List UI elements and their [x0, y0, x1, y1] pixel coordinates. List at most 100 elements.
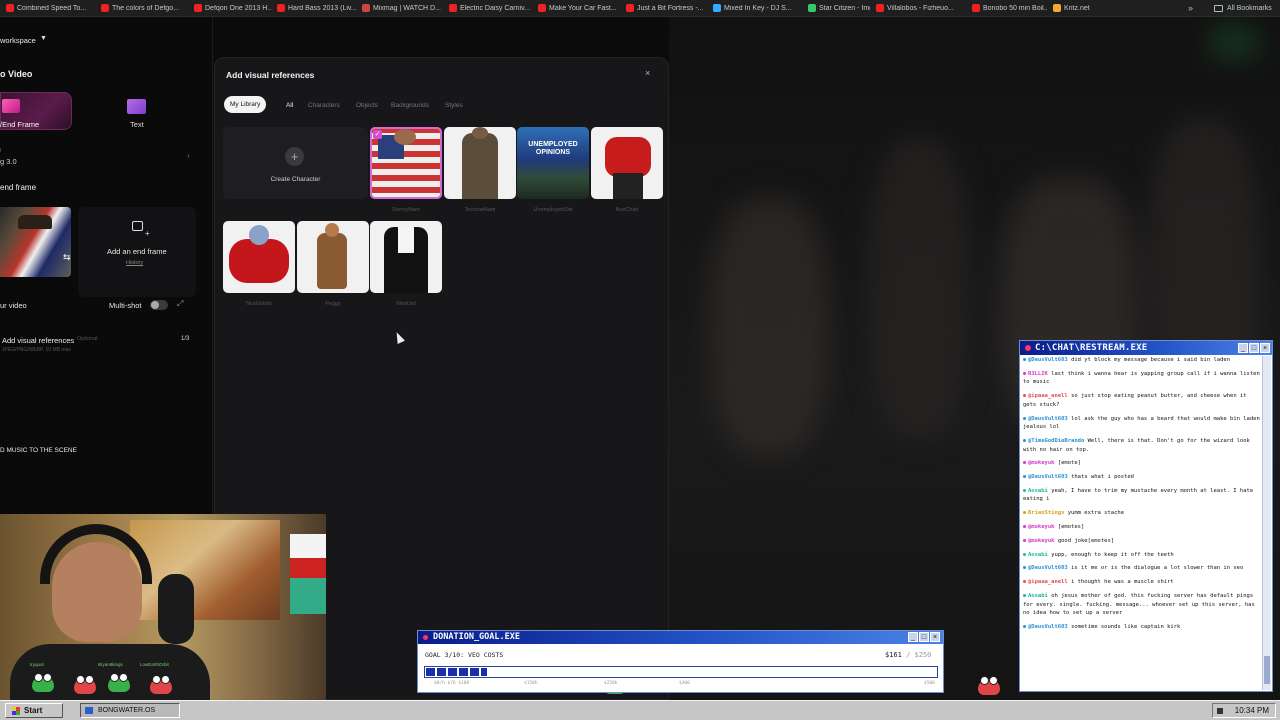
minimize-icon[interactable]: _ [1238, 343, 1248, 353]
model-selector[interactable]: g 3.0 [0, 157, 17, 166]
frog-icon [150, 675, 172, 694]
swap-icon[interactable]: ⇆ [63, 252, 71, 263]
system-tray-clock[interactable]: 10:34 PM [1212, 703, 1276, 718]
add-visual-references-label[interactable]: Add visual references [2, 336, 74, 345]
bookmark-item[interactable]: The colors of Defgo... [95, 0, 188, 16]
start-frame-thumbnail[interactable]: ⇆ [0, 207, 71, 277]
bookmark-favicon-icon [449, 4, 457, 12]
bookmarks-bar: Combined Speed To... The colors of Defgo.… [0, 0, 1280, 17]
chat-message: @DeusVult603 is it me or is the dialogue… [1023, 564, 1261, 573]
bookmark-item[interactable]: Hard Bass 2013 (Liv... [271, 0, 356, 16]
bookmark-item[interactable]: Mixed In Key - DJ S... [707, 0, 802, 16]
chat-scrollbar[interactable] [1262, 356, 1271, 690]
text-mode-icon[interactable] [127, 99, 146, 114]
workspace-selector[interactable]: workspace [0, 36, 36, 45]
bookmark-label: Combined Speed To... [17, 4, 87, 12]
chat-text: thats what i posted [1071, 474, 1134, 481]
character-card[interactable]: UNEMPLOYED OPINIONS [517, 127, 589, 199]
end-frame-heading: end frame [0, 183, 37, 192]
character-card[interactable] [223, 221, 295, 293]
plus-icon: + [145, 229, 150, 238]
bookmark-item[interactable]: Just a Bit Fortress -... [620, 0, 707, 16]
chat-window: C:\CHAT\RESTREAM.EXE _ □ × @DeusVult603 … [1019, 340, 1273, 692]
category-all[interactable]: All [286, 102, 293, 109]
minimize-icon[interactable]: _ [908, 632, 918, 642]
bookmark-label: Mixed In Key - DJ S... [724, 4, 792, 12]
chat-message: @mokeyuk good joke[emotes] [1023, 537, 1261, 546]
platform-dot-icon [1023, 416, 1026, 420]
chat-message: @DeusVult603 sometime sounds like captai… [1023, 623, 1261, 632]
donation-goal-label: GOAL 3/10: VEO COSTS [425, 651, 504, 659]
platform-dot-icon [1023, 580, 1026, 584]
bookmark-item[interactable]: Bonobo 50 min Boil... [966, 0, 1047, 16]
milestone-label: $300 [679, 681, 690, 686]
bookmark-favicon-icon [101, 4, 109, 12]
maximize-icon[interactable]: □ [919, 632, 929, 642]
platform-dot-icon [1023, 624, 1026, 628]
chat-username: R3LLIK [1028, 370, 1048, 377]
chat-username: @mokeyuk [1028, 524, 1055, 530]
character-card[interactable] [370, 221, 442, 293]
platform-dot-icon [1023, 461, 1026, 465]
character-card[interactable] [444, 127, 516, 199]
bookmarks-overflow-button[interactable]: » [1188, 3, 1193, 13]
category-styles[interactable]: Styles [445, 102, 463, 109]
character-name: DonnyNam [392, 207, 420, 213]
platform-dot-icon [1023, 438, 1026, 442]
bookmark-item[interactable]: Mixmag | WATCH D... [356, 0, 443, 16]
chat-text: [emote] [1057, 460, 1081, 467]
wall-poster [130, 520, 280, 620]
optional-badge: Optional [77, 336, 98, 342]
history-link[interactable]: History [126, 260, 143, 266]
multishot-toggle[interactable] [150, 300, 168, 310]
bookmark-label: Defqon One 2013 H... [205, 4, 271, 12]
bookmark-label: Mixmag | WATCH D... [373, 4, 441, 12]
bookmark-label: Electric Daisy Carniv... [460, 4, 530, 12]
platform-dot-icon [1023, 538, 1026, 542]
chat-titlebar[interactable]: C:\CHAT\RESTREAM.EXE _ □ × [1020, 341, 1272, 355]
donation-progress-fill [426, 668, 488, 676]
character-card[interactable]: ✓ [370, 127, 442, 199]
visual-references-row[interactable]: Add visual references Optional 1/3 JPEG/… [0, 325, 196, 355]
all-bookmarks-button[interactable]: All Bookmarks [1214, 0, 1272, 17]
close-icon[interactable]: × [930, 632, 940, 642]
bookmark-item[interactable]: Make Your Car Fast... [532, 0, 620, 16]
milestone-label: $0/h $76 $100 [434, 681, 470, 686]
chat-text: yumm extra stache [1067, 510, 1125, 517]
bookmark-item[interactable]: Star Citizen - Imgur [802, 0, 870, 16]
expand-icon[interactable]: ⤢ [177, 299, 183, 309]
category-characters[interactable]: Characters [308, 102, 340, 109]
tab-my-library[interactable]: My Library [224, 96, 267, 113]
bookmark-item[interactable]: Defqon One 2013 H... [188, 0, 271, 16]
character-card[interactable] [297, 221, 369, 293]
bookmark-label: Bonobo 50 min Boil... [983, 4, 1047, 12]
mode-text-label[interactable]: Text [130, 120, 144, 129]
chat-username: @mokeyuk [1028, 537, 1055, 544]
taskbar-item[interactable]: BONGWATER.OS [80, 703, 180, 718]
maximize-icon[interactable]: □ [1249, 343, 1259, 353]
bookmark-item[interactable]: Electric Daisy Carniv... [443, 0, 532, 16]
add-end-frame-label[interactable]: Add an end frame [107, 247, 167, 256]
donation-amount: $161 / $250 [885, 651, 931, 659]
create-character-label: Create Character [270, 176, 321, 183]
frog-name: Bryan8kings [98, 662, 123, 667]
category-objects[interactable]: Objects [356, 102, 378, 109]
chevron-down-icon: ▼ [40, 35, 47, 42]
bookmark-item[interactable]: Villalobos - Fizheuo... [870, 0, 966, 16]
close-icon[interactable]: × [1260, 343, 1270, 353]
category-backgrounds[interactable]: Backgrounds [391, 102, 429, 109]
chat-message: @DeusVult603 thats what i posted [1023, 473, 1261, 482]
bookmark-item[interactable]: Kritz.net [1047, 0, 1097, 16]
bookmark-item[interactable]: Combined Speed To... [0, 0, 95, 16]
create-character-button[interactable]: + Create Character [223, 127, 368, 199]
bookmark-favicon-icon [626, 4, 634, 12]
donation-title: DONATION_GOAL.EXE [433, 632, 520, 642]
donation-target: / $250 [906, 651, 932, 659]
character-card[interactable] [591, 127, 663, 199]
close-icon[interactable]: × [645, 68, 650, 78]
frog-icon [978, 676, 1000, 695]
start-button[interactable]: Start [5, 703, 63, 718]
chat-title: C:\CHAT\RESTREAM.EXE [1035, 343, 1148, 353]
donation-titlebar[interactable]: DONATION_GOAL.EXE _ □ × [418, 631, 943, 644]
scrollbar-thumb[interactable] [1264, 656, 1270, 684]
